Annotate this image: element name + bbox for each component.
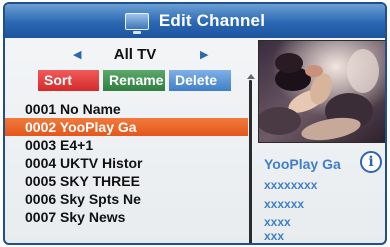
channel-item[interactable]: 0003 E4+1 (5, 136, 248, 154)
info-icon[interactable]: i (360, 151, 382, 173)
channel-item[interactable]: 0004 UKTV Histor (5, 154, 248, 172)
channel-list: 0001 No Name 0002 YooPlay Ga 0003 E4+1 0… (5, 100, 248, 226)
group-name: All TV (113, 46, 157, 63)
rename-button[interactable]: Rename (103, 70, 165, 91)
title-bar: Edit Channel (5, 4, 385, 38)
channel-item[interactable]: 0005 SKY THREE (5, 172, 248, 190)
info-line-2: xxxxxx (264, 197, 305, 211)
video-preview (258, 40, 385, 143)
arrow-left-icon[interactable]: ◀ (73, 48, 81, 61)
info-line-4: xxx (264, 229, 285, 243)
info-line-1: xxxxxxxx (264, 178, 318, 192)
info-channel-name: YooPlay Ga i (264, 151, 385, 174)
scroll-up-icon[interactable] (247, 74, 255, 79)
sort-button[interactable]: Sort (38, 70, 99, 91)
channel-scrollbar[interactable] (249, 80, 252, 243)
edit-channel-window: Edit Channel ◀ All TV ▶ Sort Rename Dele… (3, 2, 387, 245)
channel-panel: ◀ All TV ▶ Sort Rename Delete 0001 No Na… (5, 38, 248, 243)
channel-item[interactable]: 0007 Sky News (5, 208, 248, 226)
window-title: Edit Channel (158, 11, 266, 30)
channel-item[interactable]: 0006 Sky Spts Ne (5, 190, 248, 208)
info-line-3: xxxx (264, 215, 291, 229)
tv-icon (124, 12, 149, 34)
channel-info: YooPlay Ga i xxxxxxxx xxxxxx xxxx xxx (264, 151, 385, 243)
channel-item[interactable]: 0002 YooPlay Ga (5, 118, 248, 136)
info-channel-name-text: YooPlay Ga (264, 156, 341, 172)
channel-item[interactable]: 0001 No Name (5, 100, 248, 118)
arrow-right-icon[interactable]: ▶ (200, 48, 208, 61)
delete-button[interactable]: Delete (169, 70, 231, 91)
group-selector[interactable]: ◀ All TV ▶ (5, 46, 248, 66)
preview-image (259, 41, 385, 142)
